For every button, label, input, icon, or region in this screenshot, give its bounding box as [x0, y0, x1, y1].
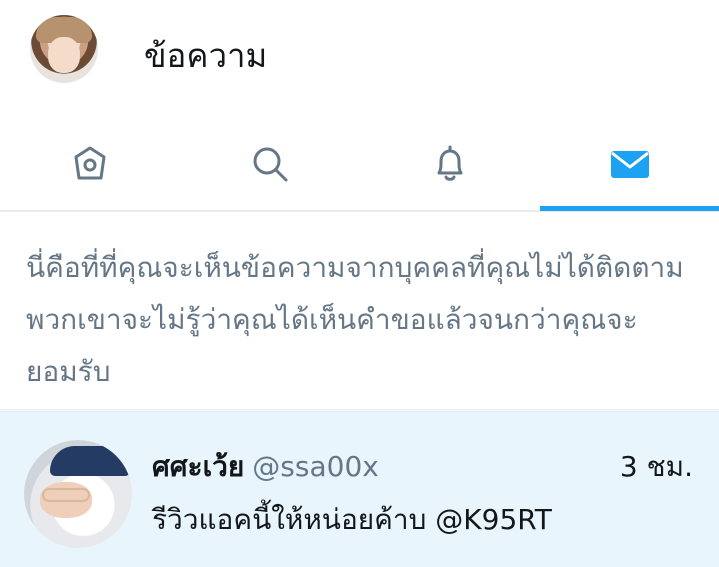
avatar-cap: [50, 446, 130, 476]
tab-search[interactable]: [180, 118, 360, 210]
tab-home[interactable]: [0, 118, 180, 210]
profile-avatar[interactable]: [30, 15, 98, 83]
tab-notifications[interactable]: [360, 118, 540, 210]
requests-info-text: นี่คือที่ที่คุณจะเห็นข้อความจากบุคคลที่ค…: [26, 251, 684, 388]
avatar-face: [48, 37, 80, 73]
home-icon: [74, 146, 106, 180]
tab-messages[interactable]: [540, 118, 719, 210]
active-tab-indicator: [540, 206, 719, 211]
app-header: ข้อความ: [0, 0, 719, 118]
bell-icon: [437, 145, 463, 181]
sender-avatar[interactable]: [24, 440, 132, 548]
mail-icon: [611, 151, 649, 178]
search-icon: [253, 147, 288, 182]
requests-info: นี่คือที่ที่คุณจะเห็นข้อความจากบุคคลที่ค…: [0, 212, 719, 410]
page-title: ข้อความ: [144, 36, 268, 75]
sender-line: ศศะเว้ย @ssa00x: [152, 448, 379, 486]
tab-bar: [0, 118, 719, 212]
sender-handle: @ssa00x: [252, 450, 379, 483]
conversation-item[interactable]: ศศะเว้ย @ssa00x 3 ชม. รีวิวแอคนี้ให้หน่อย…: [0, 411, 719, 567]
message-preview: รีวิวแอคนี้ให้หน่อยค้าบ @K95RT: [152, 503, 552, 536]
message-timestamp: 3 ชม.: [619, 450, 693, 483]
sender-name: ศศะเว้ย: [152, 450, 245, 483]
avatar-glasses: [42, 488, 90, 502]
